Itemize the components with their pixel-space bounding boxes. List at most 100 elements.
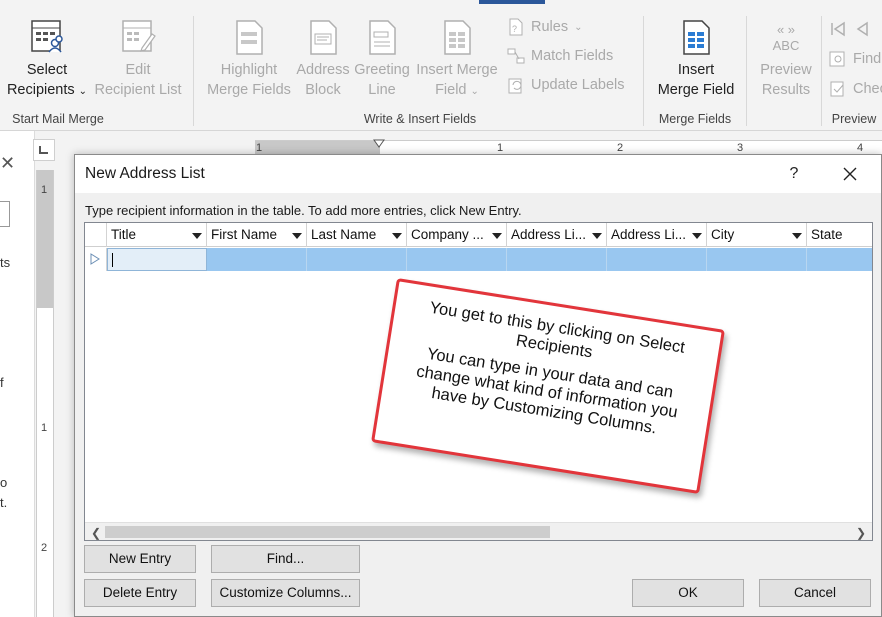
insert-merge-field-label-row: Field ⌄ — [413, 80, 501, 102]
ribbon: Select Recipients ⌄ Edit Recipient List … — [0, 0, 882, 131]
horizontal-scrollbar[interactable]: ❮ ❯ — [85, 522, 872, 540]
column-header-last-name[interactable]: Last Name — [307, 223, 407, 247]
cell-address-line-2[interactable] — [607, 248, 707, 271]
scrollbar-thumb[interactable] — [105, 526, 550, 538]
tab-stop-icon — [39, 146, 48, 154]
column-header-label: City — [711, 227, 735, 242]
vertical-ruler: 1 1 2 — [36, 170, 54, 617]
insert-merge-field-button[interactable]: Insert Merge Field ⌄ — [413, 18, 501, 102]
scroll-right-icon[interactable]: ❯ — [856, 526, 866, 540]
dropdown-arrow-icon[interactable] — [292, 233, 302, 239]
check-errors-icon — [830, 81, 844, 97]
highlight-merge-fields-button[interactable]: Highlight Merge Fields — [204, 18, 294, 100]
greeting-line-icon — [369, 20, 396, 55]
rules-button[interactable]: ? Rules ⌄ — [507, 18, 582, 36]
group-separator — [643, 16, 644, 126]
row-selector[interactable] — [85, 248, 107, 271]
address-block-label-1: Address — [296, 62, 350, 78]
column-header-city[interactable]: City — [707, 223, 807, 247]
check-errors-button[interactable]: Chec — [829, 80, 882, 98]
scroll-left-icon[interactable]: ❮ — [91, 526, 101, 540]
group-label-start-mail-merge: Start Mail Merge — [12, 112, 104, 126]
indent-marker-icon[interactable] — [373, 139, 385, 149]
column-header-first-name[interactable]: First Name — [207, 223, 307, 247]
ruler-number: 3 — [737, 142, 744, 154]
highlight-label-2: Merge Fields — [207, 82, 291, 98]
group-label-preview: Preview — [831, 112, 877, 126]
first-record-button[interactable] — [829, 20, 871, 38]
cell-city[interactable] — [707, 248, 807, 271]
edit-recipient-list-button[interactable]: Edit Recipient List — [92, 18, 184, 100]
column-header-address-line-1[interactable]: Address Li... — [507, 223, 607, 247]
insert-merge-field-main-icon — [683, 20, 710, 55]
first-record-icon — [831, 21, 845, 37]
preview-results-button[interactable]: « » ABC Preview Results — [752, 18, 820, 100]
rules-icon: ? — [509, 18, 523, 36]
preview-abc-label: ABC — [772, 38, 800, 53]
match-fields-icon — [507, 48, 525, 64]
select-recipients-icon — [31, 20, 63, 53]
new-entry-button[interactable]: New Entry — [84, 545, 196, 573]
ok-button[interactable]: OK — [632, 579, 744, 607]
cancel-button[interactable]: Cancel — [759, 579, 871, 607]
search-box[interactable] — [0, 201, 10, 227]
customize-columns-button[interactable]: Customize Columns... — [211, 579, 360, 607]
dialog-titlebar[interactable]: New Address List ? — [75, 155, 881, 193]
ruler-number: 1 — [497, 142, 504, 154]
delete-entry-button[interactable]: Delete Entry — [84, 579, 196, 607]
rules-label: Rules — [531, 19, 569, 35]
group-separator — [193, 16, 194, 126]
tab-selector[interactable] — [33, 139, 55, 161]
dropdown-arrow-icon[interactable] — [192, 233, 202, 239]
update-labels-button[interactable]: Update Labels — [507, 76, 625, 94]
match-fields-button[interactable]: Match Fields — [507, 47, 613, 65]
cell-address-line-1[interactable] — [507, 248, 607, 271]
ruler-number: 2 — [41, 542, 48, 554]
dropdown-arrow-icon[interactable] — [492, 233, 502, 239]
pane-text-fragment: t. — [0, 495, 8, 510]
column-header-state[interactable]: State — [807, 223, 872, 247]
navigation-pane: ✕ ts f o t. — [0, 131, 35, 617]
cell-first-name[interactable] — [207, 248, 307, 271]
find-recipient-button[interactable]: Find — [829, 50, 881, 68]
ruler-number: 2 — [617, 142, 624, 154]
help-button[interactable]: ? — [781, 161, 807, 187]
chevron-down-icon: ⌄ — [78, 86, 88, 97]
insert-merge-field-main-button[interactable]: Insert Merge Field — [650, 18, 742, 100]
cell-last-name[interactable] — [307, 248, 407, 271]
edit-recipient-list-label-1: Edit — [125, 62, 151, 78]
close-icon — [843, 167, 857, 181]
cell-state[interactable] — [807, 248, 872, 271]
ruler-number: 4 — [857, 142, 864, 154]
column-header-address-line-2[interactable]: Address Li... — [607, 223, 707, 247]
dropdown-arrow-icon[interactable] — [592, 233, 602, 239]
column-header-title[interactable]: Title — [107, 223, 207, 247]
column-header-label: Company ... — [411, 227, 484, 242]
address-block-button[interactable]: Address Block — [294, 18, 352, 100]
dropdown-arrow-icon[interactable] — [392, 233, 402, 239]
close-button[interactable] — [835, 161, 865, 187]
close-icon[interactable]: ✕ — [0, 153, 15, 174]
insert-merge-field-main-label-2: Merge Field — [657, 82, 735, 98]
insert-merge-field-label-1: Insert Merge — [416, 62, 498, 78]
select-recipients-label-row: Recipients ⌄ — [4, 80, 90, 102]
dropdown-arrow-icon[interactable] — [692, 233, 702, 239]
previous-record-icon — [856, 21, 868, 37]
edit-recipient-list-icon — [122, 20, 156, 52]
group-label-write-insert: Write & Insert Fields — [363, 112, 477, 126]
cell-title[interactable] — [107, 248, 207, 271]
select-recipients-button[interactable]: Select Recipients ⌄ — [4, 18, 90, 102]
dropdown-arrow-icon[interactable] — [792, 233, 802, 239]
text-caret — [112, 253, 113, 267]
find-button[interactable]: Find... — [211, 545, 360, 573]
cell-company[interactable] — [407, 248, 507, 271]
edit-recipient-list-label-2: Recipient List — [94, 82, 182, 98]
preview-results-icon: « » ABC — [752, 18, 820, 60]
greeting-line-button[interactable]: Greeting Line — [353, 18, 411, 100]
table-row[interactable] — [85, 248, 872, 271]
column-header-label: Title — [111, 227, 137, 242]
column-header-company[interactable]: Company ... — [407, 223, 507, 247]
greeting-line-label-1: Greeting — [354, 62, 410, 78]
highlight-label-1: Highlight — [220, 62, 278, 78]
chevron-down-icon: ⌄ — [574, 21, 583, 33]
